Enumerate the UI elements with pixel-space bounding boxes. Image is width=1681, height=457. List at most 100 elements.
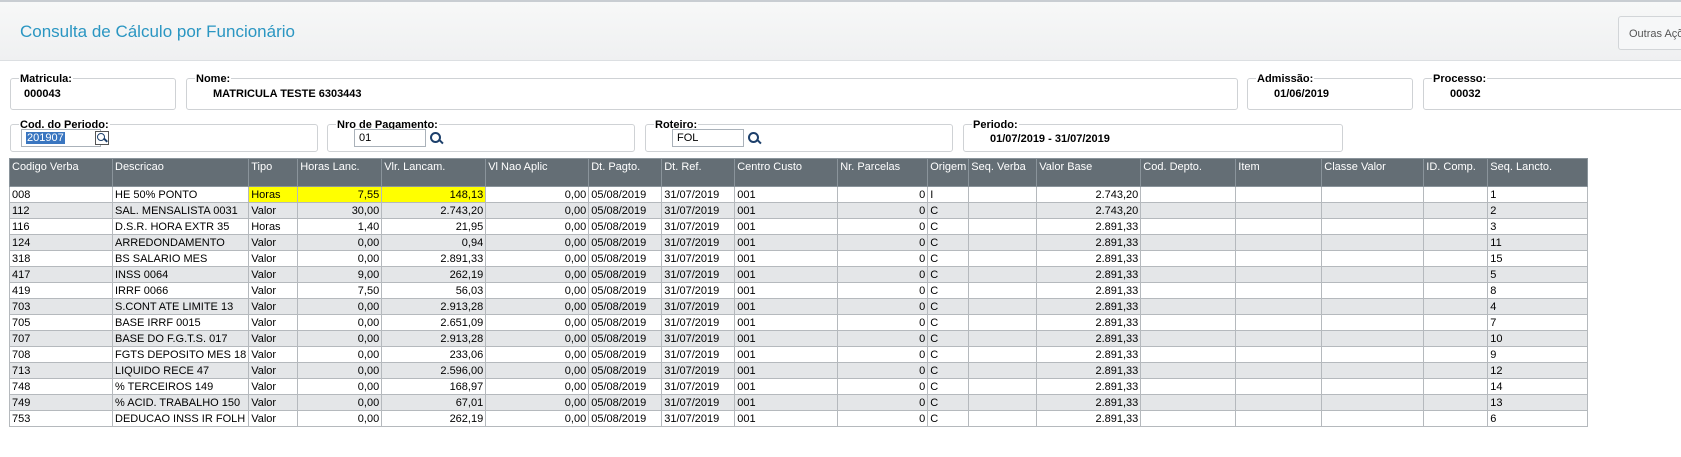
column-header[interactable]: Vlr. Lancam. (381, 158, 487, 187)
table-cell: 708 (9, 346, 113, 363)
table-cell: 14 (1487, 378, 1589, 395)
table-row[interactable]: 705 BASE IRRF 0015 Valor 0,00 2.651,09 0,00 05… (9, 314, 1589, 331)
table-cell: 0,00 (485, 250, 590, 267)
table-cell: 2.891,33 (1036, 394, 1142, 411)
table-row[interactable]: 417 INSS 0064 Valor 9,00 262,19 0,00 05/08/201… (9, 266, 1589, 283)
column-header[interactable]: Seq. Verba (968, 158, 1038, 187)
table-cell (1235, 362, 1323, 379)
table-cell: 2.891,33 (381, 250, 487, 267)
table-cell: 05/08/2019 (588, 330, 663, 347)
table-cell: 31/07/2019 (661, 362, 736, 379)
table-cell (1423, 362, 1489, 379)
table-cell (1140, 250, 1237, 267)
column-header[interactable]: Seq. Lancto. (1487, 158, 1589, 187)
table-cell (1235, 394, 1323, 411)
roteiro-input[interactable]: FOL (672, 129, 744, 147)
table-cell: 233,06 (381, 346, 487, 363)
table-cell (968, 346, 1038, 363)
table-cell: 0,00 (485, 394, 590, 411)
column-header[interactable]: Codigo Verba (9, 158, 113, 187)
column-header[interactable]: Item (1235, 158, 1323, 187)
table-row[interactable]: 318 BS SALARIO MES Valor 0,00 2.891,33 0,00 05… (9, 250, 1589, 267)
table-cell: 2.743,20 (1036, 186, 1142, 203)
table-cell: 417 (9, 266, 113, 283)
table-cell: 0,00 (297, 394, 383, 411)
table-cell (1321, 330, 1425, 347)
table-cell (1321, 186, 1425, 203)
column-header[interactable]: Centro Custo (734, 158, 839, 187)
table-cell: 2.891,33 (1036, 362, 1142, 379)
table-cell (1235, 186, 1323, 203)
column-header[interactable]: Tipo (248, 158, 299, 187)
table-row[interactable]: 713 LIQUIDO RECE 47 Valor 0,00 2.596,00 0,00 0… (9, 362, 1589, 379)
table-cell: 262,19 (381, 410, 487, 427)
table-cell: 31/07/2019 (661, 218, 736, 235)
table-cell (1321, 250, 1425, 267)
table-row[interactable]: 749% ACID. TRABALHO 150 Valor 0,00 67,01 0,0… (9, 394, 1589, 411)
table-cell: C (927, 202, 970, 219)
search-icon[interactable] (429, 131, 444, 145)
table-cell: 0,00 (297, 250, 383, 267)
table-cell (1423, 266, 1489, 283)
cod-periodo-value: 201907 (26, 132, 65, 144)
table-cell: 001 (734, 346, 839, 363)
table-row[interactable]: 708 FGTS DEPOSITO MES 18 Valor 0,00 233,06 0,… (9, 346, 1589, 363)
periodo-value: 01/07/2019 - 31/07/2019 (990, 133, 1110, 145)
table-cell: 05/08/2019 (588, 218, 663, 235)
table-cell (1235, 250, 1323, 267)
lookup-icon[interactable] (95, 131, 109, 145)
table-row[interactable]: 112 SAL. MENSALISTA 0031 Valor 30,00 2.743,2… (9, 202, 1589, 219)
table-cell: INSS 0064 (111, 266, 250, 283)
matricula-value: 000043 (24, 88, 61, 100)
table-cell: 0,00 (485, 202, 590, 219)
table-cell: 001 (734, 218, 839, 235)
table-cell (1235, 410, 1323, 427)
table-row[interactable]: 753 DEDUCAO INSS IR FOLH Valor 0,00 262,19 0,… (9, 410, 1589, 427)
other-actions-button[interactable]: Outras Açõ (1618, 16, 1681, 50)
table-row[interactable]: 008 HE 50% PONTO Horas 7,55 148,13 0,00 05/08/… (9, 186, 1589, 203)
column-header[interactable]: Dt. Ref. (661, 158, 736, 187)
column-header[interactable]: Valor Base (1036, 158, 1142, 187)
table-cell: ARREDONDAMENTO (111, 234, 250, 251)
column-header[interactable]: Horas Lanc. (297, 158, 383, 187)
table-cell (1321, 234, 1425, 251)
table-cell (1423, 410, 1489, 427)
cod-periodo-input[interactable]: 201907 (21, 129, 101, 147)
table-cell: 0 (837, 282, 929, 299)
column-header[interactable]: Cod. Depto. (1140, 158, 1237, 187)
table-cell: 001 (734, 298, 839, 315)
column-header[interactable]: Descricao (111, 158, 250, 187)
table-cell (1423, 282, 1489, 299)
table-cell (1140, 282, 1237, 299)
column-header[interactable]: Classe Valor (1321, 158, 1425, 187)
table-row[interactable]: 419 IRRF 0066 Valor 7,50 56,03 0,00 05/08/2019… (9, 282, 1589, 299)
table-cell: 2.891,33 (1036, 346, 1142, 363)
table-cell: 21,95 (381, 218, 487, 235)
table-row[interactable]: 116 D.S.R. HORA EXTR 35 Horas 1,40 21,95 0,00… (9, 218, 1589, 235)
table-row[interactable]: 703 S.CONT ATE LIMITE 13 Valor 0,00 2.913,28… (9, 298, 1589, 315)
column-header[interactable]: ID. Comp. (1423, 158, 1489, 187)
table-cell (1321, 202, 1425, 219)
table-cell: 001 (734, 250, 839, 267)
table-cell: 11 (1487, 234, 1589, 251)
table-cell (1321, 362, 1425, 379)
table-cell: 15 (1487, 250, 1589, 267)
table-cell (1235, 298, 1323, 315)
table-cell (1321, 266, 1425, 283)
column-header[interactable]: Dt. Pagto. (588, 158, 663, 187)
table-cell: 0,00 (297, 234, 383, 251)
column-header[interactable]: Nr. Parcelas (837, 158, 929, 187)
table-row[interactable]: 748% TERCEIROS 149 Valor 0,00 168,97 0,00 05/… (9, 378, 1589, 395)
column-header[interactable]: Vl Nao Aplic (485, 158, 590, 187)
table-cell: Valor (248, 250, 299, 267)
table-cell: Valor (248, 202, 299, 219)
table-cell (1423, 234, 1489, 251)
table-row[interactable]: 124 ARREDONDAMENTO Valor 0,00 0,94 0,00 05/08/… (9, 234, 1589, 251)
table-row[interactable]: 707 BASE DO F.G.T.S. 017 Valor 0,00 2.913,28… (9, 330, 1589, 347)
table-cell: 05/08/2019 (588, 234, 663, 251)
admissao-label: Admissão: (1256, 73, 1315, 85)
nro-pagamento-input[interactable]: 01 (354, 129, 426, 147)
column-header[interactable]: Origem (927, 158, 970, 187)
table-cell: SAL. MENSALISTA 0031 (111, 202, 250, 219)
search-icon[interactable] (747, 131, 762, 145)
